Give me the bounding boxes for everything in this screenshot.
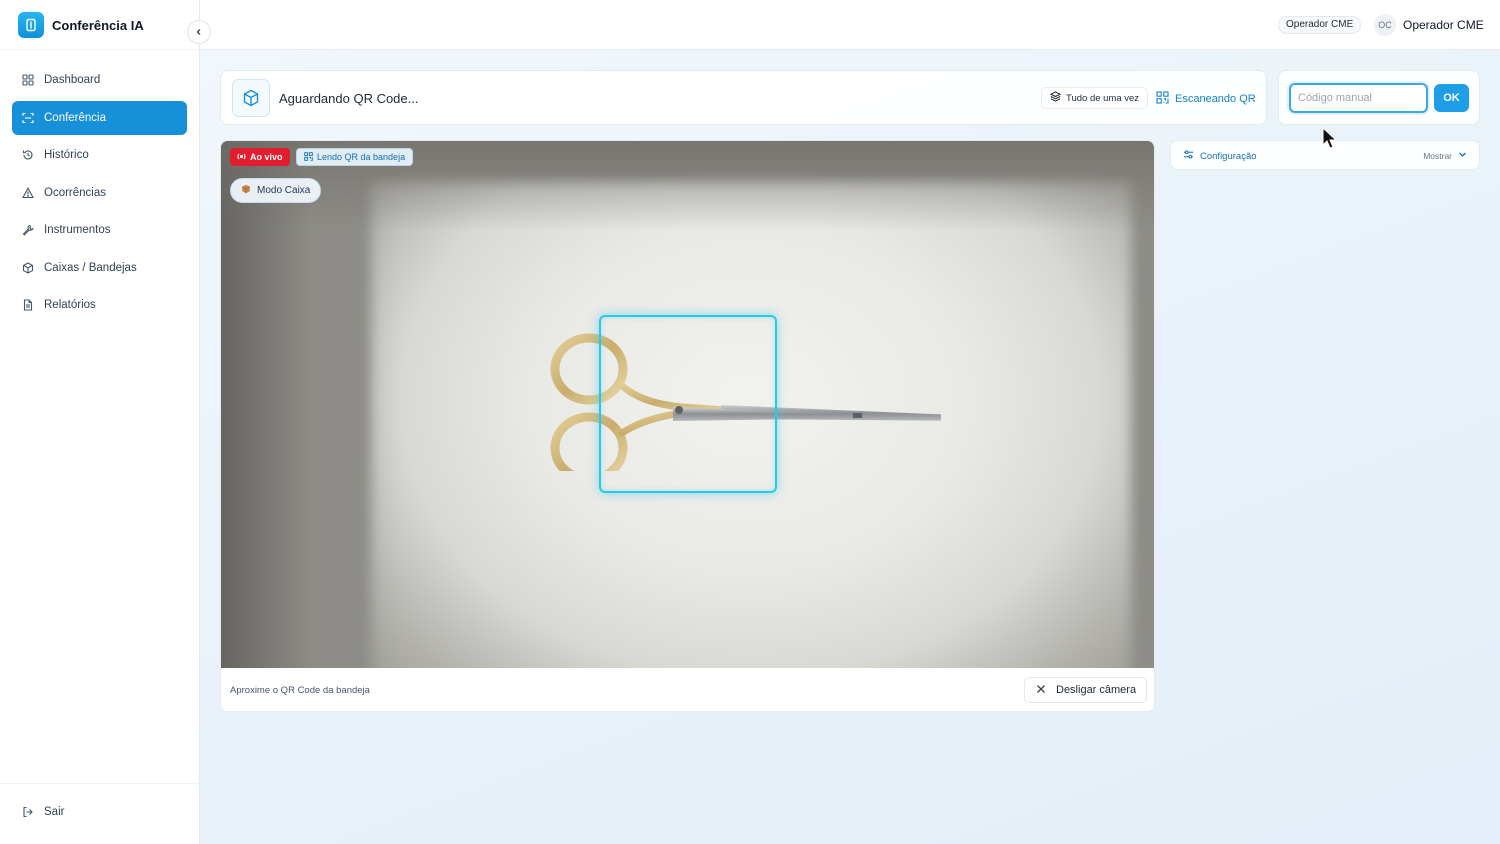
qr-code-icon (304, 151, 313, 163)
mode-all-label: Tudo de uma vez (1066, 92, 1140, 104)
config-toggle-label: Mostrar (1423, 150, 1452, 161)
top-bar: Operador CME OC Operador CME (200, 0, 1500, 50)
sidebar-item-conferencia[interactable]: Conferência (12, 100, 187, 135)
sidebar-item-label: Conferência (44, 111, 107, 124)
role-badge: Operador CME (1278, 16, 1362, 34)
chevron-left-icon (195, 23, 203, 41)
mouse-cursor-icon (1322, 127, 1338, 149)
sidebar-item-label: Relatórios (44, 299, 96, 311)
layers-icon (1049, 91, 1062, 105)
app-logo-icon (18, 12, 44, 38)
history-icon (22, 149, 34, 161)
close-icon (1036, 684, 1046, 697)
mode-qr-label: Escaneando QR (1175, 93, 1256, 105)
sidebar-item-label: Caixas / Bandejas (44, 261, 137, 274)
file-text-icon (22, 299, 34, 311)
logout-icon (22, 806, 34, 818)
turn-off-camera-button[interactable]: Desligar câmera (1024, 677, 1147, 703)
box-mode-badge[interactable]: Modo Caixa (230, 178, 322, 203)
camera-feed: Ao vivo Lendo QR da bandeja Modo Caixa (221, 141, 1154, 668)
camera-card: Ao vivo Lendo QR da bandeja Modo Caixa A… (220, 140, 1155, 712)
sidebar-item-label: Dashboard (44, 74, 101, 86)
qr-scan-frame (599, 315, 777, 493)
manual-code-input[interactable] (1289, 83, 1428, 113)
grid-icon (22, 74, 34, 86)
turn-off-camera-label: Desligar câmera (1056, 684, 1137, 696)
ok-button[interactable]: OK (1434, 84, 1469, 112)
scan-status-text: Aguardando QR Code... (279, 91, 419, 106)
reading-qr-label: Lendo QR da bandeja (317, 152, 406, 162)
mode-all-at-once-button[interactable]: Tudo de uma vez (1041, 87, 1149, 109)
sidebar-collapse-button[interactable] (187, 20, 211, 44)
logout-label: Sair (44, 806, 65, 818)
reading-qr-badge: Lendo QR da bandeja (296, 148, 414, 166)
sidebar-item-dashboard[interactable]: Dashboard (12, 63, 187, 97)
sidebar-item-caixas-bandejas[interactable]: Caixas / Bandejas (12, 251, 187, 285)
package-icon (232, 79, 270, 117)
camera-hint: Aproxime o QR Code da bandeja (230, 685, 370, 696)
package-icon (241, 184, 251, 197)
manual-code-card: OK (1278, 70, 1480, 125)
alert-triangle-icon (22, 186, 34, 199)
brand[interactable]: Conferência IA (18, 11, 144, 39)
sidebar-item-ocorrencias[interactable]: Ocorrências (12, 176, 187, 210)
sidebar-item-label: Instrumentos (44, 224, 111, 236)
broadcast-icon (237, 152, 246, 163)
config-show-toggle[interactable]: Mostrar (1423, 150, 1467, 161)
sidebar-item-relatorios[interactable]: Relatórios (12, 288, 187, 322)
user-name[interactable]: Operador CME (1403, 18, 1484, 32)
live-badge: Ao vivo (230, 148, 290, 166)
scan-status-card: Aguardando QR Code... Tudo de uma vez Es… (220, 70, 1267, 125)
mode-qr-scanning-button[interactable]: Escaneando QR (1156, 91, 1256, 107)
qr-code-icon (1156, 91, 1169, 107)
sidebar: Conferência IA Dashboard Conferência His… (0, 0, 200, 844)
sidebar-item-historico[interactable]: Histórico (12, 138, 187, 172)
scan-icon (22, 112, 34, 124)
avatar[interactable]: OC (1374, 14, 1396, 36)
sidebar-item-instrumentos[interactable]: Instrumentos (12, 213, 187, 247)
logout-button[interactable]: Sair (22, 806, 64, 818)
live-badge-label: Ao vivo (250, 152, 283, 162)
box-mode-label: Modo Caixa (257, 185, 311, 196)
app-title: Conferência IA (52, 17, 144, 33)
box-icon (22, 261, 34, 274)
sidebar-divider (0, 49, 200, 50)
chevron-down-icon (1458, 150, 1467, 161)
sidebar-footer-divider (0, 783, 200, 784)
sidebar-nav: Dashboard Conferência Histórico Ocorrênc… (12, 63, 187, 326)
sidebar-item-label: Ocorrências (44, 186, 106, 199)
sidebar-item-label: Histórico (44, 149, 89, 161)
config-title: Configuração (1200, 150, 1257, 162)
config-header: Configuração (1183, 149, 1257, 163)
wrench-icon (22, 224, 34, 236)
sliders-icon (1183, 149, 1194, 163)
camera-footer: Aproxime o QR Code da bandeja Desligar c… (221, 668, 1154, 711)
